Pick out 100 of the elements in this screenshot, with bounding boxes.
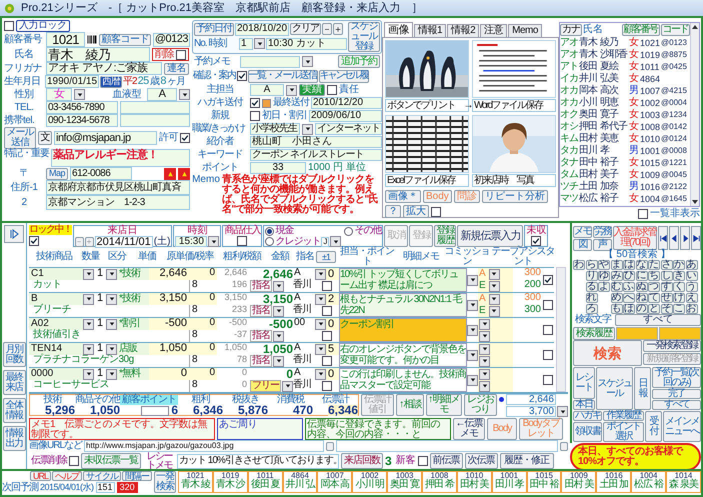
price-field[interactable]: 2,646 (149, 268, 189, 280)
checkbox[interactable] (180, 133, 190, 143)
text-field[interactable] (120, 114, 190, 127)
designation-field[interactable]: フリー (250, 380, 281, 392)
text-field[interactable]: 2009/06/10 (309, 110, 382, 122)
kana-key[interactable]: わ (573, 260, 585, 270)
record-button[interactable]: 実績 (299, 84, 325, 96)
detail-memo[interactable]: 根もとナチュラル 30N2N1:1 毛先22N (339, 293, 467, 317)
recent-customer-tile[interactable]: 1001 田川 孝 (492, 471, 527, 493)
dropdown-button[interactable] (273, 330, 284, 342)
caret-up-icon[interactable] (691, 23, 699, 31)
designation-field[interactable]: 指名 (250, 355, 272, 367)
kana-key[interactable]: き (673, 271, 685, 281)
kana-key[interactable]: れ (586, 293, 598, 303)
text-field[interactable]: 1990/01/15 (45, 75, 99, 88)
era-button[interactable]: 西暦 (100, 76, 122, 88)
price-field[interactable]: 0 (149, 368, 189, 380)
kana-key[interactable]: う (686, 282, 698, 292)
code-field[interactable]: 0000 (29, 368, 83, 380)
tool-button[interactable]: 労務 (592, 226, 612, 238)
designation-field[interactable]: 指名 (250, 330, 272, 342)
menu-button[interactable]: メインメニューへ (663, 411, 701, 442)
delete-toggle[interactable]: 削除 (152, 48, 189, 61)
dropdown-button[interactable] (467, 300, 478, 310)
kana-key[interactable]: い (686, 271, 698, 281)
kana-key[interactable]: て (648, 293, 660, 303)
text-field[interactable]: 桃山町 小田さん (250, 136, 382, 148)
last-record-button[interactable] (691, 226, 702, 250)
kana-key[interactable]: く (673, 282, 685, 292)
kana-key[interactable]: ゆ (598, 271, 610, 281)
bottom-button[interactable]: 間隔ー (122, 471, 152, 481)
text-field[interactable]: 2010/12/20 (311, 97, 382, 109)
code-field[interactable]: B (29, 293, 83, 305)
text-field[interactable]: A (250, 84, 284, 96)
dropdown-button[interactable] (467, 324, 478, 336)
menu-button[interactable]: 領収書 (573, 422, 602, 442)
tool-button[interactable]: メモ (573, 226, 592, 238)
kana-key[interactable]: る (586, 282, 598, 292)
slip-memo[interactable]: あご周り (217, 418, 303, 440)
text-field[interactable]: A (147, 88, 177, 101)
text-field[interactable]: 薬品アレルギー注意！ (51, 149, 190, 167)
dropdown-button[interactable] (83, 294, 94, 304)
tab[interactable]: Memo (508, 24, 542, 37)
checkbox[interactable] (322, 306, 332, 316)
dropdown-button[interactable] (467, 374, 478, 386)
tab[interactable]: 画像 (384, 22, 413, 37)
checkbox[interactable] (543, 375, 553, 385)
designation-field[interactable]: 指名 (250, 280, 272, 292)
menu-button[interactable]: 作業履歴 (603, 411, 644, 421)
text-field[interactable]: 京都府京都市伏見区桃山町真斉 (46, 180, 190, 195)
dropdown-button[interactable] (286, 84, 297, 96)
quick-search-button[interactable]: 一発検索 (154, 471, 176, 493)
text-field[interactable]: 33 (250, 162, 306, 174)
dropdown-button[interactable] (106, 368, 117, 380)
dropdown-button[interactable] (315, 268, 326, 280)
caret-down-icon[interactable] (691, 198, 699, 206)
code-field[interactable]: C1 (29, 268, 83, 280)
text-field[interactable]: 151 (96, 482, 115, 493)
designation-field[interactable]: 指名 (250, 305, 272, 317)
dropdown-button[interactable] (467, 350, 478, 360)
caption-field[interactable]: Wordファイル保存 (472, 99, 556, 112)
kana-key[interactable]: も (610, 304, 622, 314)
schedule-button[interactable]: スケジュール登録 (348, 22, 380, 52)
quantity-field[interactable]: 1 (94, 343, 106, 355)
memo-button[interactable]: ←伝票メモ (453, 418, 485, 440)
expand-button[interactable] (4, 225, 24, 243)
checkbox[interactable] (531, 236, 542, 246)
recent-customer-tile[interactable]: 1009 田村 美 (561, 471, 596, 493)
checkbox[interactable] (418, 456, 428, 466)
slip-memo[interactable]: メモ1 伝票ごとのメモです。文字数は無制限です。 (29, 418, 215, 440)
dropdown-button[interactable] (273, 280, 284, 292)
dropdown-button[interactable] (488, 294, 500, 304)
detail-memo[interactable]: この行は印刷しません。技術商品マスターで設定可能 (339, 368, 467, 392)
checkbox[interactable] (237, 236, 248, 246)
radio-button[interactable] (265, 226, 274, 236)
cancel-history-button[interactable]: キャンセル履 (318, 70, 368, 82)
dropdown-button[interactable] (83, 268, 94, 280)
dropdown-button[interactable] (479, 380, 490, 392)
quantity-field[interactable]: 1 (94, 268, 106, 280)
tool-button[interactable]: 拡大 (403, 205, 429, 218)
text-field[interactable]: 1 (239, 38, 253, 50)
tab[interactable]: 注意 (480, 24, 508, 37)
quick-register-button[interactable]: 一発検索登録 (643, 340, 701, 352)
detail-memo[interactable]: 右のオレンジボタンで背景色を変更可能です。何かの目 (339, 343, 467, 367)
text-field[interactable] (336, 440, 558, 452)
text-field[interactable]: 京都マンション 1-2-3 (46, 195, 190, 210)
kana-key[interactable]: つ (648, 282, 660, 292)
kana-key[interactable]: ぬ (636, 282, 648, 292)
menu-button[interactable]: ハガキ (573, 411, 602, 421)
total-button[interactable]: ↑相談 (396, 394, 424, 416)
recent-customer-tile[interactable]: 1003 奥田 寛 (387, 471, 422, 493)
menu-button[interactable]: ポイント選択 (603, 422, 644, 442)
tab[interactable]: 情報2 (447, 24, 480, 37)
checkbox[interactable] (322, 331, 332, 341)
text-field[interactable]: http://www.msjapan.jp/gazou/gazou03.jpg (84, 440, 324, 452)
text-field[interactable]: 女 (46, 88, 72, 101)
text-field[interactable] (659, 327, 701, 340)
kana-key[interactable]: せ (660, 293, 672, 303)
text-field[interactable]: カット 10%引きさせて頂いております。 (177, 454, 339, 468)
dropdown-button[interactable] (488, 280, 500, 292)
